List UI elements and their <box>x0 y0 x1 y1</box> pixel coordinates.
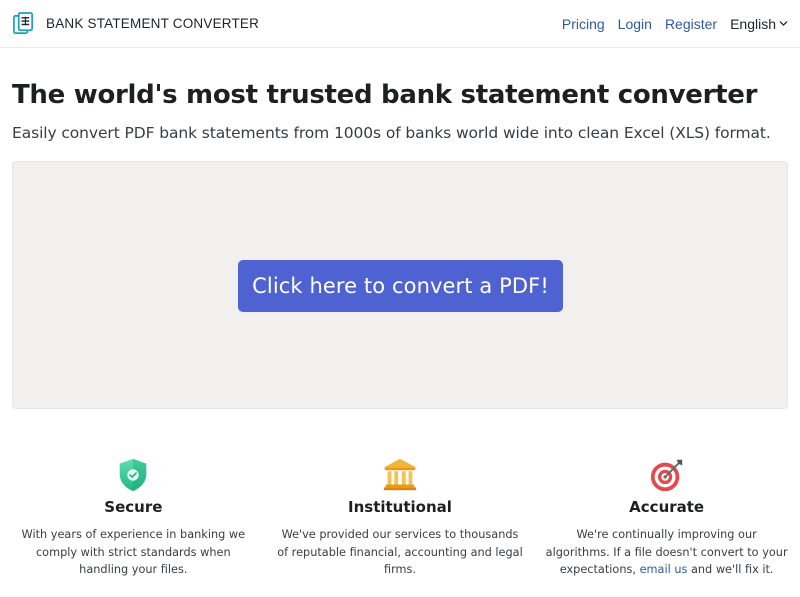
bank-building-icon <box>383 458 417 491</box>
feature-secure: Secure With years of experience in banki… <box>0 456 267 579</box>
language-dropdown[interactable]: English <box>730 16 788 32</box>
page-title: The world's most trusted bank statement … <box>12 80 758 110</box>
navbar: BANK STATEMENT CONVERTER Pricing Login R… <box>0 0 800 48</box>
document-icon <box>13 12 33 34</box>
feature-secure-title: Secure <box>104 498 163 516</box>
feature-secure-description: With years of experience in banking we c… <box>21 528 246 576</box>
chevron-down-icon <box>779 21 788 26</box>
feature-accurate-title: Accurate <box>629 498 705 516</box>
brand-link[interactable]: BANK STATEMENT CONVERTER <box>12 12 259 35</box>
email-us-link[interactable]: email us <box>640 563 688 576</box>
feature-institutional-title: Institutional <box>348 498 452 516</box>
feature-accurate: Accurate We're continually improving our… <box>533 456 800 579</box>
language-label: English <box>730 15 776 32</box>
features-section: Secure With years of experience in banki… <box>0 456 800 579</box>
target-dart-icon <box>650 459 682 492</box>
convert-pdf-button[interactable]: Click here to convert a PDF! <box>238 260 563 312</box>
feature-accurate-text-after: and we'll fix it. <box>690 563 774 576</box>
nav-links: Pricing Login Register English <box>562 16 788 32</box>
nav-register-link[interactable]: Register <box>665 16 717 32</box>
upload-drop-zone[interactable]: Click here to convert a PDF! <box>12 161 788 409</box>
feature-institutional-description: We've provided our services to thousands… <box>277 528 523 576</box>
nav-pricing-link[interactable]: Pricing <box>562 16 605 32</box>
feature-accurate-description: We're continually improving our algorith… <box>543 526 790 579</box>
page-subtitle: Easily convert PDF bank statements from … <box>12 124 771 142</box>
nav-login-link[interactable]: Login <box>618 16 652 32</box>
shield-check-icon <box>120 458 147 492</box>
feature-institutional: Institutional We've provided our service… <box>267 456 534 579</box>
brand-name: BANK STATEMENT CONVERTER <box>46 16 260 31</box>
